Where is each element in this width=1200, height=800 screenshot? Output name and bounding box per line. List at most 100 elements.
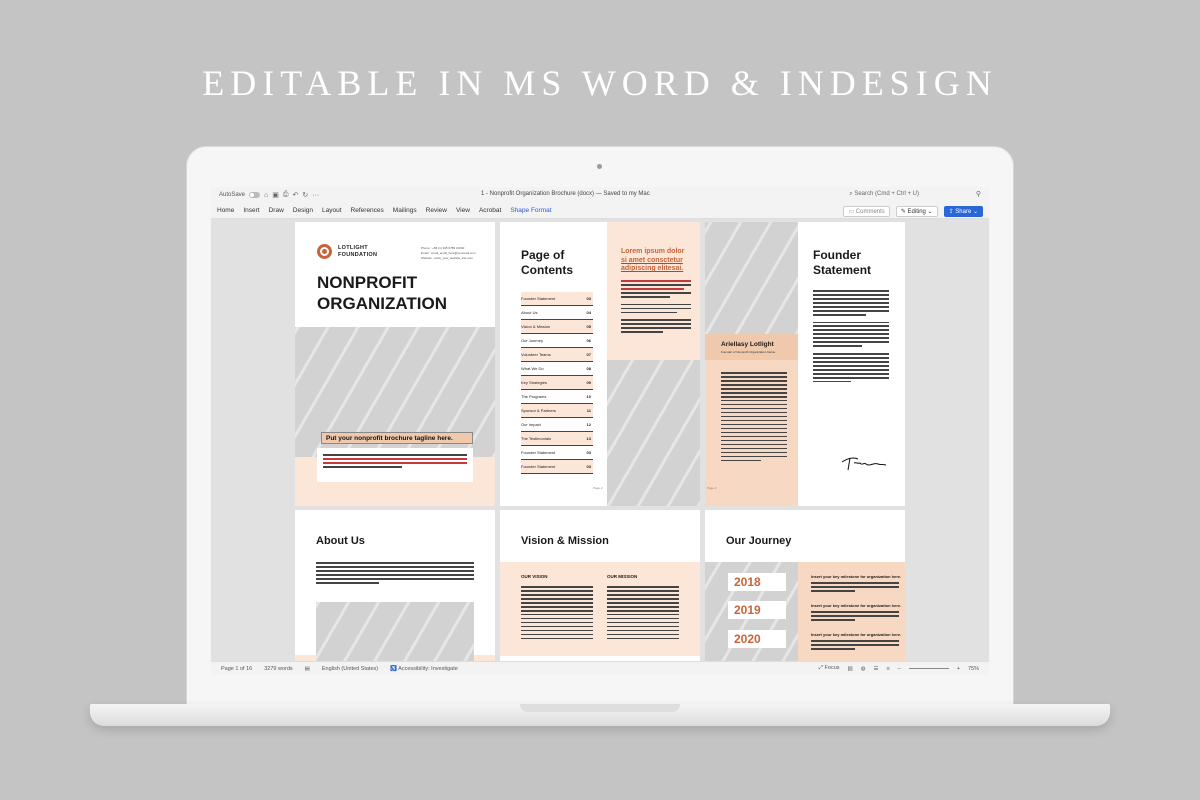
laptop-lid: AutoSave ⌂ ▣ ⎙ ↶ ↻ ··· 1 - Nonprofit Org… bbox=[186, 146, 1014, 706]
toc-label: Key Strategies bbox=[521, 380, 548, 385]
undo-icon[interactable]: ↶ bbox=[293, 191, 299, 199]
image-placeholder[interactable] bbox=[316, 602, 474, 661]
page-cover[interactable]: LOTLIGHT FOUNDATION Phone : +86 (1) 345 … bbox=[295, 222, 495, 506]
image-placeholder[interactable] bbox=[607, 360, 700, 506]
word-window: AutoSave ⌂ ▣ ⎙ ↶ ↻ ··· 1 - Nonprofit Org… bbox=[211, 187, 989, 675]
milestone-item: Insert your key milestone for organizati… bbox=[811, 632, 901, 652]
page-vision[interactable]: Vision & Mission OUR VISION OUR MISSION bbox=[500, 510, 700, 661]
tab-layout[interactable]: Layout bbox=[322, 207, 342, 214]
home-icon[interactable]: ⌂ bbox=[264, 192, 268, 199]
word-count[interactable]: 3279 words bbox=[264, 666, 292, 672]
autosave-toggle[interactable] bbox=[249, 192, 261, 198]
selected-text-box[interactable]: Put your nonprofit brochure tagline here… bbox=[321, 432, 473, 444]
toc-row[interactable]: What We Do 08 bbox=[521, 362, 593, 376]
web-layout-icon[interactable]: ◍ bbox=[861, 666, 866, 672]
zoom-slider[interactable] bbox=[908, 668, 949, 669]
zoom-in-icon[interactable]: + bbox=[957, 666, 960, 672]
outline-icon[interactable]: ☰ bbox=[874, 666, 879, 672]
document-title[interactable]: 1 - Nonprofit Organization Brochure (doc… bbox=[481, 191, 650, 197]
toc-row[interactable]: Founder Statement 03 bbox=[521, 292, 593, 306]
zoom-level[interactable]: 75% bbox=[968, 666, 979, 672]
contents-title-line1: Page of bbox=[521, 248, 565, 262]
toc-row[interactable]: Vision & Mission 05 bbox=[521, 320, 593, 334]
toc-row[interactable]: Volunteer Teams 07 bbox=[521, 348, 593, 362]
mission-text bbox=[607, 586, 679, 642]
print-layout-icon[interactable]: ▥ bbox=[848, 666, 853, 672]
account-icon[interactable]: ⚲ bbox=[976, 190, 981, 198]
milestone-item: Insert your key milestone for organizati… bbox=[811, 574, 901, 594]
zoom-out-icon[interactable]: – bbox=[898, 666, 901, 672]
tab-shape-format[interactable]: Shape Format bbox=[510, 207, 551, 214]
accessibility-status[interactable]: ♿ Accessibility: Investigate bbox=[390, 666, 458, 672]
print-icon[interactable]: ⎙ bbox=[283, 191, 289, 199]
journey-title: Our Journey bbox=[726, 535, 792, 547]
accessibility-label: Accessibility: Investigate bbox=[398, 665, 458, 672]
search-input[interactable]: ⌕ Search (Cmd + Ctrl + U) bbox=[849, 191, 919, 198]
language[interactable]: English (United States) bbox=[322, 666, 378, 672]
draft-icon[interactable]: ≡ bbox=[886, 666, 889, 672]
toc-row[interactable]: Our Impact 12 bbox=[521, 418, 593, 432]
focus-button[interactable]: ⤢ Focus bbox=[819, 665, 840, 672]
ribbon: Home Insert Draw Design Layout Reference… bbox=[211, 203, 989, 219]
tab-review[interactable]: Review bbox=[426, 207, 447, 214]
intro-body-text bbox=[621, 280, 691, 335]
toc-row[interactable]: Our Journey 06 bbox=[521, 334, 593, 348]
tab-view[interactable]: View bbox=[456, 207, 470, 214]
intro-line2: si amet consctetur bbox=[621, 256, 683, 264]
more-icon[interactable]: ··· bbox=[312, 192, 319, 199]
tab-home[interactable]: Home bbox=[217, 207, 234, 214]
vision-mission-title: Vision & Mission bbox=[521, 535, 609, 547]
laptop-base bbox=[90, 704, 1110, 726]
toc-row[interactable]: Founder Statement 03 bbox=[521, 460, 593, 474]
page-journey[interactable]: Our Journey 2018 2019 2020 Insert your k… bbox=[705, 510, 905, 661]
toc-page-number: 03 bbox=[586, 464, 591, 469]
share-button[interactable]: ⇪ Share ⌄ bbox=[943, 206, 983, 217]
tab-references[interactable]: References bbox=[351, 207, 384, 214]
toc-label: Volunteer Teams bbox=[521, 352, 551, 357]
founder-role: Founder of Nonprofit Organization Name bbox=[721, 350, 776, 354]
milestone-item: Insert your key milestone for organizati… bbox=[811, 603, 901, 623]
save-icon[interactable]: ▣ bbox=[272, 191, 279, 199]
page-founder[interactable]: Ariellasy Lotlight Founder of Nonprofit … bbox=[705, 222, 905, 506]
editing-dropdown[interactable]: ✎ Editing ⌄ bbox=[895, 206, 938, 217]
proofing-icon[interactable]: ▤ bbox=[305, 666, 310, 672]
founder-statement-text bbox=[813, 290, 889, 385]
toc-page-number: 10 bbox=[586, 394, 591, 399]
autosave-label: AutoSave bbox=[219, 192, 246, 198]
document-canvas[interactable]: LOTLIGHT FOUNDATION Phone : +86 (1) 345 … bbox=[211, 219, 989, 661]
toc-row[interactable]: Founder Statement 03 bbox=[521, 446, 593, 460]
about-body-text bbox=[316, 562, 474, 586]
title-bar: AutoSave ⌂ ▣ ⎙ ↶ ↻ ··· 1 - Nonprofit Org… bbox=[211, 187, 989, 203]
cover-title-line2: ORGANIZATION bbox=[317, 294, 448, 313]
toc-label: Our Impact bbox=[521, 422, 541, 427]
search-placeholder: Search (Cmd + Ctrl + U) bbox=[854, 191, 919, 197]
page-count[interactable]: Page 1 of 16 bbox=[221, 666, 252, 672]
comment-icon: ▭ bbox=[848, 209, 856, 215]
camera bbox=[597, 164, 602, 169]
toc-row[interactable]: Sponsor & Partners 11 bbox=[521, 404, 593, 418]
toc-row[interactable]: About Us 04 bbox=[521, 306, 593, 320]
toc-label: Vision & Mission bbox=[521, 324, 551, 329]
image-placeholder[interactable] bbox=[705, 222, 798, 334]
toc-row[interactable]: Key Strategies 09 bbox=[521, 376, 593, 390]
comments-button[interactable]: ▭ Comments bbox=[843, 206, 890, 217]
founder-title-line1: Founder bbox=[813, 248, 861, 262]
tab-draw[interactable]: Draw bbox=[269, 207, 284, 214]
laptop-notch bbox=[520, 704, 680, 712]
logo-line1: LOTLIGHT bbox=[338, 245, 368, 251]
tab-mailings[interactable]: Mailings bbox=[393, 207, 417, 214]
tab-insert[interactable]: Insert bbox=[243, 207, 259, 214]
tab-acrobat[interactable]: Acrobat bbox=[479, 207, 501, 214]
redo-icon[interactable]: ↻ bbox=[302, 191, 308, 199]
toc-row[interactable]: The Programs 10 bbox=[521, 390, 593, 404]
cover-title-line1: NONPROFIT bbox=[317, 273, 418, 292]
toc-row[interactable]: The Testimonials 13 bbox=[521, 432, 593, 446]
cover-body-text[interactable] bbox=[317, 448, 473, 482]
page-contents[interactable]: Page of Contents Founder Statement 03 Abou… bbox=[500, 222, 700, 506]
signature-icon bbox=[841, 457, 887, 471]
contents-title: Page of Contents bbox=[521, 248, 573, 278]
tab-design[interactable]: Design bbox=[293, 207, 313, 214]
cover-tagline[interactable]: Put your nonprofit brochure tagline here… bbox=[326, 435, 453, 442]
toc-page-number: 05 bbox=[586, 324, 591, 329]
page-about[interactable]: About Us bbox=[295, 510, 495, 661]
